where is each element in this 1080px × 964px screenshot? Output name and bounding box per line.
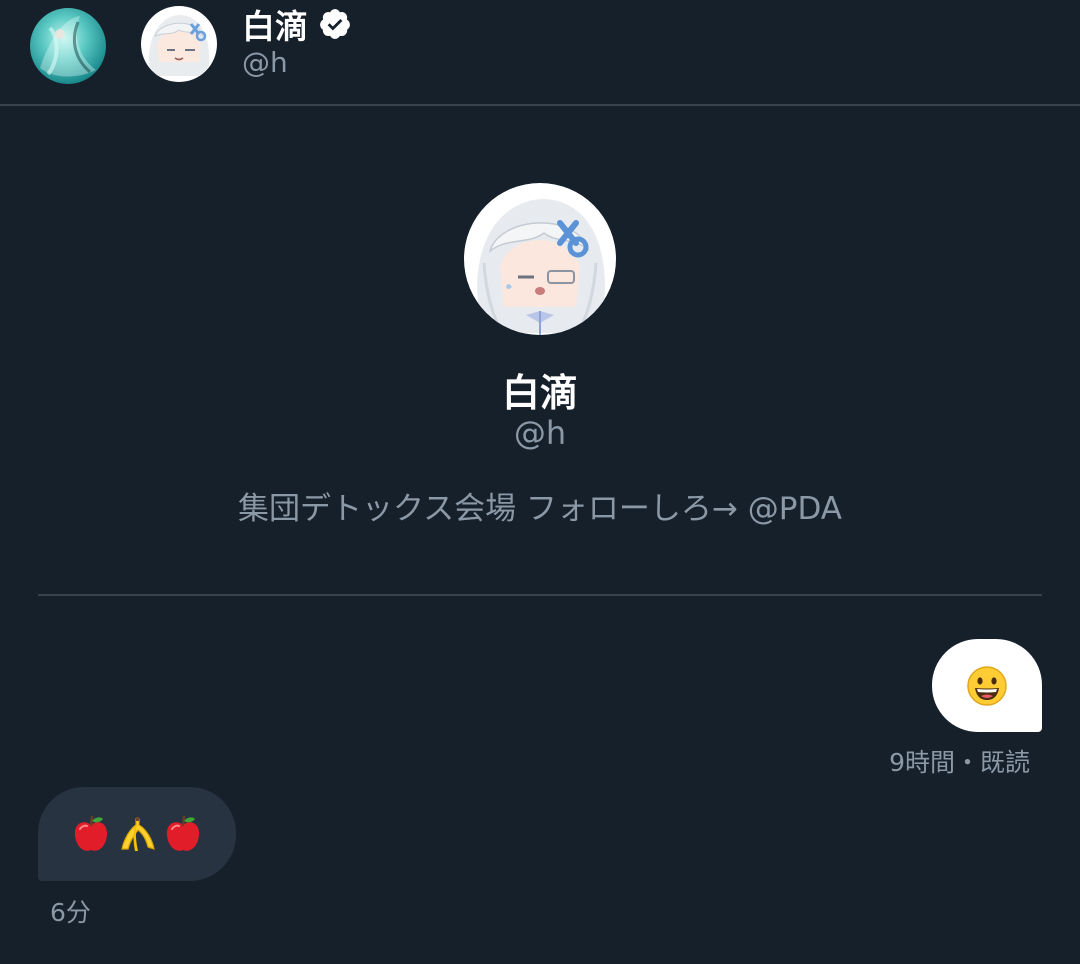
sent-message-bubble[interactable] — [932, 639, 1042, 732]
banana-emoji-icon — [121, 817, 155, 851]
received-message-meta: 6分 — [50, 898, 91, 927]
peer-avatar-image — [141, 6, 217, 82]
header-display-name-row[interactable]: 白滴 — [242, 2, 352, 46]
red-apple-emoji-icon — [166, 815, 200, 851]
profile-display-name[interactable]: 白滴 — [0, 362, 1080, 417]
verified-badge-icon — [320, 9, 350, 39]
red-apple-emoji-icon — [74, 815, 108, 851]
self-avatar[interactable] — [30, 8, 106, 84]
header-display-name[interactable]: 白滴 — [242, 0, 308, 48]
profile-bio: 集団デトックス会場 フォローしろ→ @PDA — [238, 491, 842, 527]
profile-avatar[interactable] — [464, 183, 616, 335]
sent-message-meta: 9時間・既読 — [889, 748, 1030, 777]
peer-avatar[interactable] — [141, 6, 217, 82]
received-message-bubble[interactable] — [38, 787, 236, 881]
profile-avatar-image — [464, 183, 616, 335]
header-handle: @h — [242, 46, 288, 79]
self-avatar-image — [40, 16, 96, 77]
conversation-header: 白滴 @h — [0, 0, 1080, 106]
grinning-face-emoji-icon — [967, 665, 1007, 706]
section-divider — [38, 594, 1042, 596]
profile-handle: @h — [513, 414, 567, 452]
